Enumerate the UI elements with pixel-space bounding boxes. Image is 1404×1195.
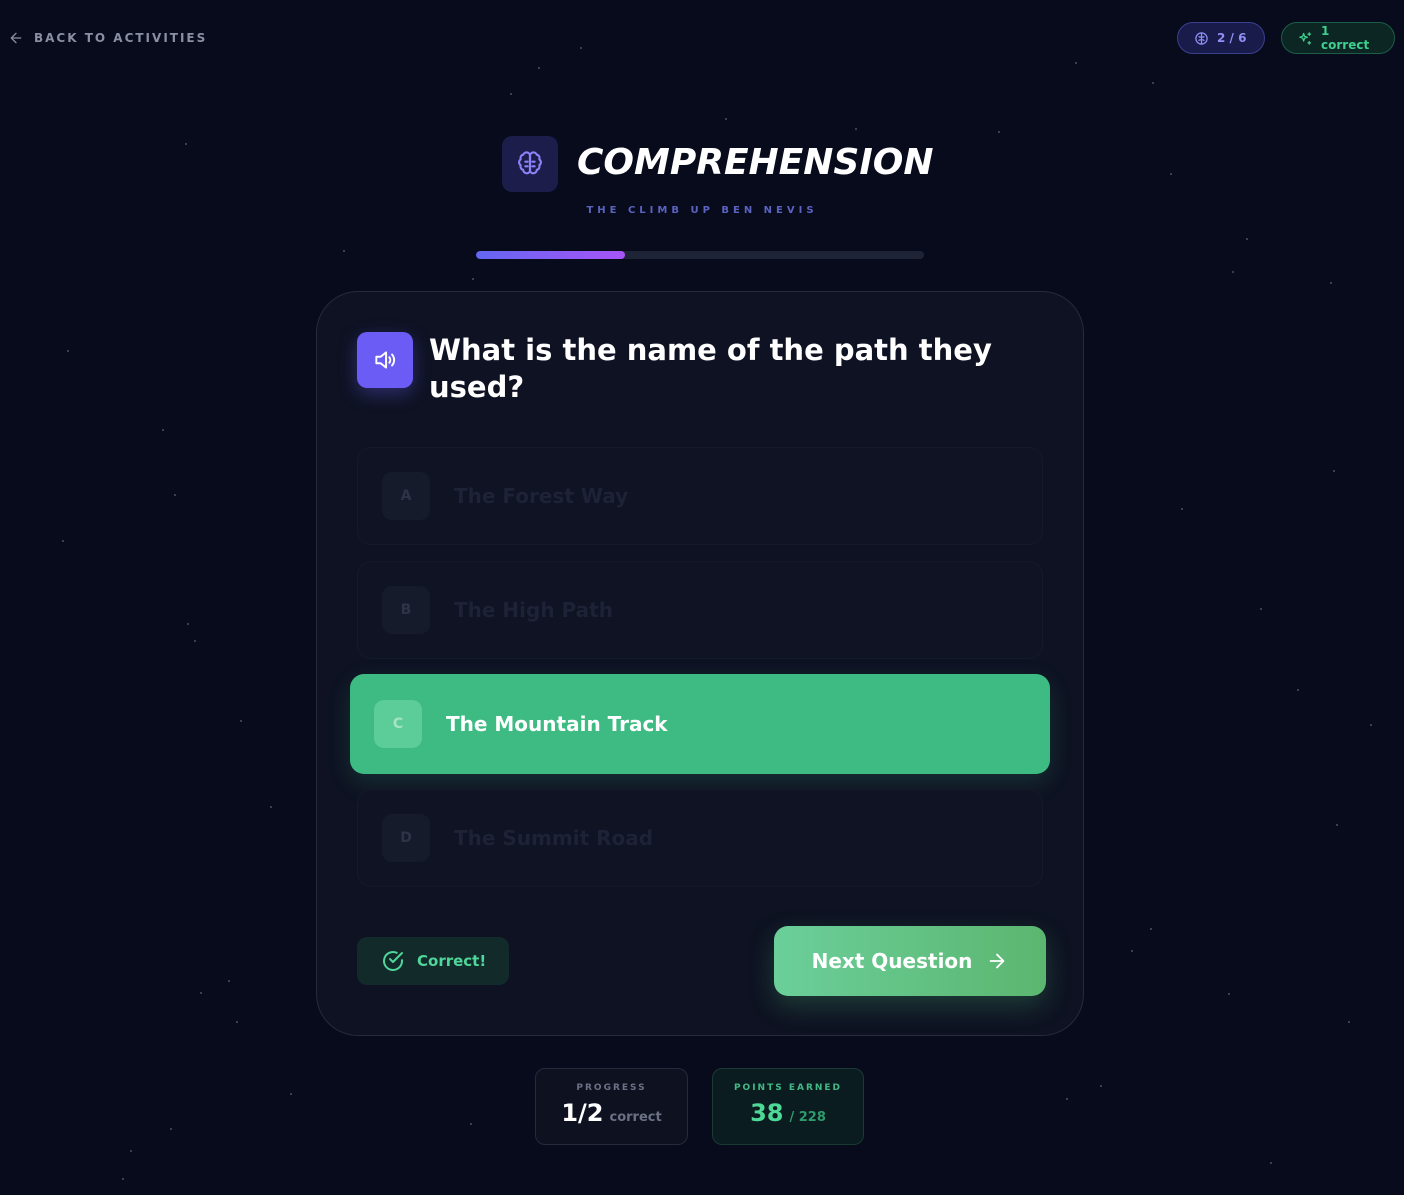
option-text: The Forest Way	[454, 484, 629, 508]
star-dot	[725, 118, 727, 120]
option-letter: D	[382, 814, 430, 862]
star-dot	[200, 992, 202, 994]
star-dot	[1333, 470, 1335, 472]
star-dot	[1066, 1098, 1068, 1100]
star-dot	[67, 350, 69, 352]
star-dot	[1232, 271, 1234, 273]
star-dot	[580, 47, 582, 49]
question-counter-badge: 2 / 6	[1177, 22, 1265, 54]
points-stat-label: POINTS EARNED	[733, 1083, 843, 1093]
star-dot	[130, 1150, 132, 1152]
arrow-left-icon	[10, 32, 22, 44]
star-dot	[472, 278, 474, 280]
star-dot	[290, 1093, 292, 1095]
progress-stat-card: PROGRESS 1/2 correct	[535, 1068, 688, 1145]
star-dot	[470, 1123, 472, 1125]
question-card: What is the name of the path they used? …	[316, 291, 1084, 1036]
star-dot	[1131, 950, 1133, 952]
star-dot	[1100, 1085, 1102, 1087]
option-letter: C	[374, 700, 422, 748]
star-dot	[187, 623, 189, 625]
star-dot	[240, 720, 242, 722]
star-dot	[122, 1178, 124, 1180]
sparkles-icon	[1299, 31, 1312, 45]
option-text: The Summit Road	[454, 826, 654, 850]
points-stat-value: 38	[750, 1099, 784, 1127]
star-dot	[1075, 62, 1077, 64]
star-dot	[510, 93, 512, 95]
option-text: The High Path	[454, 598, 613, 622]
option-letter: A	[382, 472, 430, 520]
quiz-progress-bar	[476, 251, 924, 259]
star-dot	[174, 494, 176, 496]
points-stat-suffix: / 228	[789, 1110, 826, 1125]
star-dot	[228, 980, 230, 982]
star-dot	[270, 806, 272, 808]
page-title: COMPREHENSION	[577, 142, 934, 183]
activity-icon-box	[502, 136, 558, 192]
star-dot	[170, 1128, 172, 1130]
progress-stat-label: PROGRESS	[576, 1083, 647, 1093]
star-dot	[1152, 82, 1154, 84]
feedback-text: Correct!	[417, 952, 487, 970]
question-counter-text: 2 / 6	[1217, 31, 1247, 45]
correct-count-text: 1 correct	[1321, 24, 1370, 52]
back-to-activities-link[interactable]: BACK TO ACTIVITIES	[8, 30, 207, 46]
star-dot	[1228, 993, 1230, 995]
page-subtitle: THE CLIMB UP BEN NEVIS	[586, 205, 818, 216]
star-dot	[185, 143, 187, 145]
star-dot	[162, 429, 164, 431]
star-dot	[1181, 508, 1183, 510]
star-dot	[343, 250, 345, 252]
option-letter: B	[382, 586, 430, 634]
arrow-right-icon	[990, 953, 1005, 969]
next-question-label: Next Question	[811, 949, 973, 973]
star-dot	[538, 67, 540, 69]
correct-count-badge: 1 correct	[1281, 22, 1395, 54]
quiz-progress-fill	[476, 251, 626, 259]
star-dot	[1348, 1021, 1350, 1023]
star-dot	[998, 131, 1000, 133]
correct-feedback-badge: Correct!	[357, 937, 509, 985]
star-dot	[62, 540, 64, 542]
answer-option-b[interactable]: B The High Path	[357, 561, 1043, 659]
star-dot	[1260, 608, 1262, 610]
answer-option-d[interactable]: D The Summit Road	[357, 789, 1043, 887]
next-question-button[interactable]: Next Question	[774, 926, 1046, 996]
star-dot	[236, 1021, 238, 1023]
star-dot	[194, 640, 196, 642]
brain-icon	[518, 151, 542, 175]
back-label: BACK TO ACTIVITIES	[34, 31, 208, 45]
star-dot	[855, 128, 857, 130]
star-dot	[1330, 282, 1332, 284]
check-circle-icon	[383, 951, 403, 971]
star-dot	[1336, 824, 1338, 826]
star-dot	[1297, 689, 1299, 691]
progress-stat-value: 1/2	[561, 1099, 604, 1127]
progress-stat-suffix: correct	[609, 1110, 662, 1125]
option-text: The Mountain Track	[446, 712, 668, 736]
star-dot	[1270, 1162, 1272, 1164]
answer-option-c[interactable]: C The Mountain Track	[350, 674, 1050, 774]
star-dot	[1370, 724, 1372, 726]
question-text: What is the name of the path they used?	[429, 333, 992, 404]
answer-option-a[interactable]: A The Forest Way	[357, 447, 1043, 545]
brain-icon	[1195, 31, 1208, 45]
star-dot	[1170, 173, 1172, 175]
star-dot	[1150, 928, 1152, 930]
points-stat-card: POINTS EARNED 38 / 228	[712, 1068, 864, 1145]
read-aloud-button[interactable]	[357, 332, 413, 388]
speaker-icon	[375, 351, 395, 369]
star-dot	[1246, 238, 1248, 240]
